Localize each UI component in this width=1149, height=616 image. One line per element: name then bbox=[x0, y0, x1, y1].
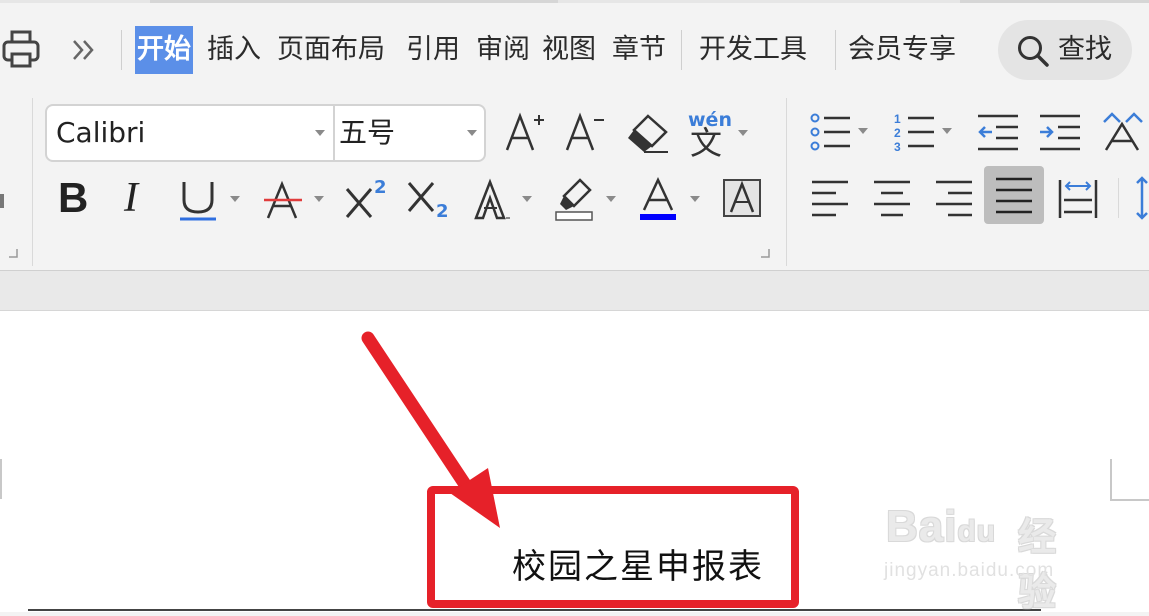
subscript-digit: 2 bbox=[436, 201, 449, 222]
svg-text:3: 3 bbox=[894, 140, 901, 154]
search-icon bbox=[1018, 36, 1049, 67]
window-top-edge bbox=[0, 0, 1149, 3]
svg-text:2: 2 bbox=[894, 126, 901, 140]
grow-font-icon[interactable] bbox=[504, 110, 546, 154]
watermark-brand: Baidu bbox=[886, 502, 997, 551]
character-shading-icon[interactable] bbox=[722, 178, 762, 218]
tab-references[interactable]: 引用 bbox=[406, 26, 460, 74]
tab-home[interactable]: 开始 bbox=[135, 26, 193, 74]
chevron-down-icon[interactable] bbox=[690, 196, 700, 202]
font-size-value: 五号 bbox=[339, 116, 396, 149]
group-separator bbox=[1118, 178, 1119, 218]
margin-corner-mark bbox=[1110, 499, 1149, 501]
chevron-down-icon[interactable] bbox=[942, 128, 952, 134]
tab-review[interactable]: 审阅 bbox=[476, 26, 530, 74]
search-button[interactable]: 查找 bbox=[998, 20, 1132, 80]
highlight-icon[interactable] bbox=[554, 176, 596, 222]
font-name-combobox[interactable]: Calibri bbox=[45, 104, 335, 162]
clear-formatting-icon[interactable] bbox=[626, 112, 670, 154]
chevron-down-icon[interactable] bbox=[230, 196, 240, 202]
tab-separator bbox=[121, 30, 122, 70]
subscript-button[interactable]: 2 bbox=[406, 178, 452, 224]
align-right-icon[interactable] bbox=[934, 178, 974, 218]
chevron-down-icon[interactable] bbox=[606, 196, 616, 202]
tab-member-exclusive[interactable]: 会员专享 bbox=[848, 26, 956, 74]
search-label: 查找 bbox=[1058, 34, 1112, 65]
x-letter-icon bbox=[345, 188, 373, 218]
group-separator bbox=[786, 98, 787, 266]
italic-button[interactable]: I bbox=[124, 174, 138, 222]
margin-corner-mark bbox=[1110, 459, 1112, 499]
text-effect-icon[interactable] bbox=[472, 178, 512, 222]
line-spacing-icon[interactable] bbox=[1134, 174, 1149, 222]
superscript-button[interactable]: 2 bbox=[344, 178, 390, 222]
tab-page-layout[interactable]: 页面布局 bbox=[277, 26, 385, 74]
numbered-list-icon[interactable]: 1 2 3 bbox=[892, 110, 936, 154]
chevron-down-icon[interactable] bbox=[858, 128, 868, 134]
chevron-down-icon[interactable] bbox=[738, 130, 748, 136]
menu-tab-bar: 开始 插入 页面布局 引用 审阅 视图 章节 开发工具 会员专享 查找 bbox=[0, 0, 1149, 98]
annotation-highlight-box bbox=[427, 486, 799, 608]
font-name-value: Calibri bbox=[56, 116, 146, 149]
chevron-down-icon[interactable] bbox=[522, 196, 532, 202]
font-dialog-launcher-icon[interactable] bbox=[760, 248, 770, 258]
ribbon-toolbar: Calibri 五号 wén 文 B I 2 2 1 2 3 bbox=[0, 98, 1149, 270]
tab-chapter[interactable]: 章节 bbox=[612, 26, 666, 74]
align-justify-icon bbox=[996, 177, 1032, 214]
dialog-launcher-icon[interactable] bbox=[8, 248, 18, 258]
document-canvas-background bbox=[0, 270, 1149, 311]
tab-developer-tools[interactable]: 开发工具 bbox=[699, 26, 807, 74]
svg-text:1: 1 bbox=[894, 112, 901, 126]
tab-separator bbox=[681, 30, 682, 70]
chevron-down-icon[interactable] bbox=[467, 130, 477, 136]
baidu-jingyan-watermark: Baidu 经验 jingyan.baidu.com bbox=[880, 488, 1090, 614]
double-chevron-right-icon[interactable] bbox=[70, 36, 98, 64]
watermark-url: jingyan.baidu.com bbox=[884, 560, 1055, 581]
tab-separator bbox=[835, 30, 836, 70]
align-left-icon[interactable] bbox=[810, 178, 850, 218]
chevron-down-icon[interactable] bbox=[315, 130, 325, 136]
clipboard-partial-icon bbox=[0, 194, 4, 208]
distributed-align-icon[interactable] bbox=[1056, 176, 1100, 220]
print-icon[interactable] bbox=[0, 28, 44, 72]
pinyin-char: 文 bbox=[690, 124, 723, 162]
margin-corner-mark bbox=[0, 459, 2, 499]
chevron-down-icon[interactable] bbox=[314, 196, 324, 202]
tab-view[interactable]: 视图 bbox=[542, 26, 596, 74]
bullet-list-icon[interactable] bbox=[808, 110, 852, 154]
superscript-digit: 2 bbox=[374, 177, 387, 198]
x-letter-icon bbox=[407, 182, 435, 212]
strikethrough-icon[interactable] bbox=[262, 178, 304, 222]
titlebar-tab-edge-right bbox=[960, 0, 1149, 3]
decrease-indent-icon[interactable] bbox=[976, 110, 1020, 154]
group-separator bbox=[32, 98, 33, 266]
bold-button[interactable]: B bbox=[58, 174, 88, 222]
increase-indent-icon[interactable] bbox=[1038, 110, 1082, 154]
align-center-icon[interactable] bbox=[872, 178, 912, 218]
pinyin-guide-button[interactable]: wén 文 bbox=[686, 110, 734, 160]
font-size-combobox[interactable]: 五号 bbox=[333, 104, 486, 162]
tab-insert[interactable]: 插入 bbox=[207, 26, 261, 74]
justify-button[interactable] bbox=[984, 166, 1044, 224]
titlebar-tab-edge bbox=[150, 0, 558, 3]
font-color-icon[interactable] bbox=[638, 176, 680, 222]
underline-icon[interactable] bbox=[178, 178, 218, 222]
text-direction-icon[interactable] bbox=[1100, 110, 1149, 154]
shrink-font-icon[interactable] bbox=[564, 110, 606, 154]
